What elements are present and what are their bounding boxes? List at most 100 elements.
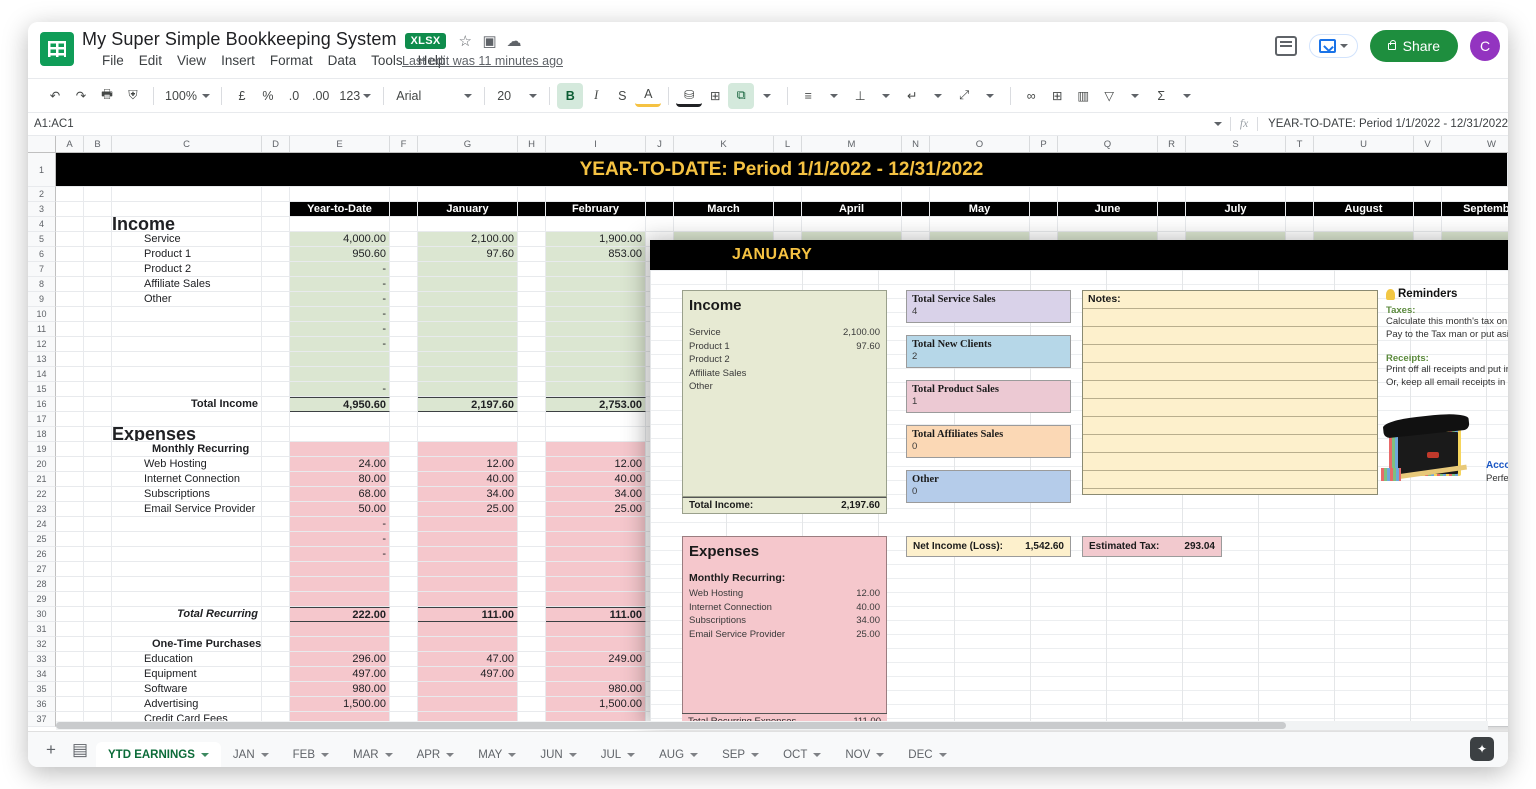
period-header-january[interactable]: January xyxy=(418,202,518,217)
grid-cell[interactable] xyxy=(546,187,646,202)
grid-cell[interactable] xyxy=(418,442,518,457)
filter-chevron-icon[interactable] xyxy=(1122,83,1148,109)
text-rotation-icon[interactable]: ⤢ xyxy=(951,83,977,109)
grid-cell[interactable] xyxy=(1286,187,1314,202)
grid-cell[interactable] xyxy=(390,232,418,247)
grid-cell[interactable] xyxy=(546,547,646,562)
grid-cell[interactable] xyxy=(518,472,546,487)
grid-cell[interactable] xyxy=(84,667,112,682)
grid-cell[interactable] xyxy=(518,502,546,517)
grid-cell[interactable] xyxy=(56,502,84,517)
line-item-label[interactable]: Product 2 xyxy=(112,262,262,277)
name-box[interactable]: A1:AC1 xyxy=(28,118,92,130)
column-header-O[interactable]: O xyxy=(930,136,1030,152)
column-header-H[interactable]: H xyxy=(518,136,546,152)
row-header-10[interactable]: 10 xyxy=(28,307,56,322)
grid-cell[interactable] xyxy=(546,322,646,337)
grid-cell[interactable] xyxy=(418,337,518,352)
share-button[interactable]: Share xyxy=(1369,30,1458,62)
grid-cell[interactable] xyxy=(1314,217,1414,232)
grid-cell[interactable] xyxy=(902,187,930,202)
grid-cell[interactable] xyxy=(1058,187,1158,202)
grid-cell[interactable] xyxy=(56,547,84,562)
line-item-label[interactable]: Advertising xyxy=(112,697,262,712)
column-header-Q[interactable]: Q xyxy=(1058,136,1158,152)
sheet-tab-jun[interactable]: JUN xyxy=(528,742,588,768)
chevron-down-icon[interactable] xyxy=(260,752,269,757)
column-header-P[interactable]: P xyxy=(1030,136,1058,152)
line-item-label[interactable]: Affiliate Sales xyxy=(112,277,262,292)
grid-cell[interactable] xyxy=(290,427,390,442)
chevron-down-icon[interactable] xyxy=(813,752,822,757)
grid-cell[interactable] xyxy=(518,442,546,457)
grid-cell[interactable] xyxy=(518,427,546,442)
row-header-17[interactable]: 17 xyxy=(28,412,56,427)
grid-cell[interactable] xyxy=(262,352,290,367)
value-cell[interactable]: - xyxy=(290,532,390,547)
row-header-3[interactable]: 3 xyxy=(28,202,56,217)
period-header-june[interactable]: June xyxy=(1058,202,1158,217)
period-header-july[interactable]: July xyxy=(1186,202,1286,217)
row-header-32[interactable]: 32 xyxy=(28,637,56,652)
grid-cell[interactable] xyxy=(112,202,262,217)
grid-cell[interactable] xyxy=(262,277,290,292)
grid-cell[interactable] xyxy=(56,562,84,577)
grid-cell[interactable] xyxy=(518,382,546,397)
row-header-4[interactable]: 4 xyxy=(28,217,56,232)
last-edit-status[interactable]: Last edit was 11 minutes ago xyxy=(402,54,563,68)
grid-cell[interactable] xyxy=(518,532,546,547)
column-header-B[interactable]: B xyxy=(84,136,112,152)
grid-cell[interactable] xyxy=(112,592,262,607)
row-header-30[interactable]: 30 xyxy=(28,607,56,622)
grid-cell[interactable] xyxy=(1186,217,1286,232)
grid-cell[interactable] xyxy=(84,247,112,262)
grid-cell[interactable] xyxy=(418,187,518,202)
grid-cell[interactable] xyxy=(290,622,390,637)
grid-cell[interactable] xyxy=(802,187,902,202)
column-header-J[interactable]: J xyxy=(646,136,674,152)
grid-cell[interactable] xyxy=(112,352,262,367)
create-filter-icon[interactable]: ▽ xyxy=(1096,83,1122,109)
grid-cell[interactable] xyxy=(774,187,802,202)
grid-cell[interactable] xyxy=(56,682,84,697)
grid-cell[interactable] xyxy=(56,697,84,712)
grid-cell[interactable] xyxy=(84,397,112,412)
document-title[interactable]: My Super Simple Bookkeeping System xyxy=(82,29,397,50)
select-all-corner[interactable] xyxy=(28,136,56,152)
grid-cell[interactable] xyxy=(84,517,112,532)
grid-cell[interactable] xyxy=(418,592,518,607)
row-header-27[interactable]: 27 xyxy=(28,562,56,577)
grid-cell[interactable] xyxy=(390,502,418,517)
row-header-18[interactable]: 18 xyxy=(28,427,56,442)
grid-cell[interactable] xyxy=(390,457,418,472)
grid-cell[interactable] xyxy=(418,412,518,427)
grid-cell[interactable] xyxy=(518,487,546,502)
grid-cell[interactable] xyxy=(518,412,546,427)
grid-cell[interactable] xyxy=(390,307,418,322)
grid-cell[interactable] xyxy=(390,412,418,427)
grid-cell[interactable] xyxy=(546,577,646,592)
grid-cell[interactable] xyxy=(1286,217,1314,232)
column-header-L[interactable]: L xyxy=(774,136,802,152)
grid-cell[interactable] xyxy=(56,232,84,247)
grid-cell[interactable] xyxy=(112,622,262,637)
column-header-N[interactable]: N xyxy=(902,136,930,152)
grid-cell[interactable] xyxy=(290,412,390,427)
sheet-tab-may[interactable]: MAY xyxy=(466,742,528,768)
value-cell[interactable]: - xyxy=(290,547,390,562)
grid-cell[interactable] xyxy=(518,307,546,322)
value-cell[interactable]: 497.00 xyxy=(418,667,518,682)
grid-cell[interactable] xyxy=(262,667,290,682)
grid-cell[interactable] xyxy=(262,637,290,652)
grid-cell[interactable] xyxy=(262,547,290,562)
period-header-spacer[interactable] xyxy=(390,202,418,217)
value-cell[interactable]: 12.00 xyxy=(546,457,646,472)
rotation-chevron-icon[interactable] xyxy=(977,83,1003,109)
grid-cell[interactable] xyxy=(56,337,84,352)
vertical-align-icon[interactable]: ⊥ xyxy=(847,83,873,109)
valign-chevron-icon[interactable] xyxy=(873,83,899,109)
grid-cell[interactable] xyxy=(84,457,112,472)
row-header-6[interactable]: 6 xyxy=(28,247,56,262)
period-header-september[interactable]: September xyxy=(1442,202,1508,217)
grid-cell[interactable] xyxy=(84,607,112,622)
